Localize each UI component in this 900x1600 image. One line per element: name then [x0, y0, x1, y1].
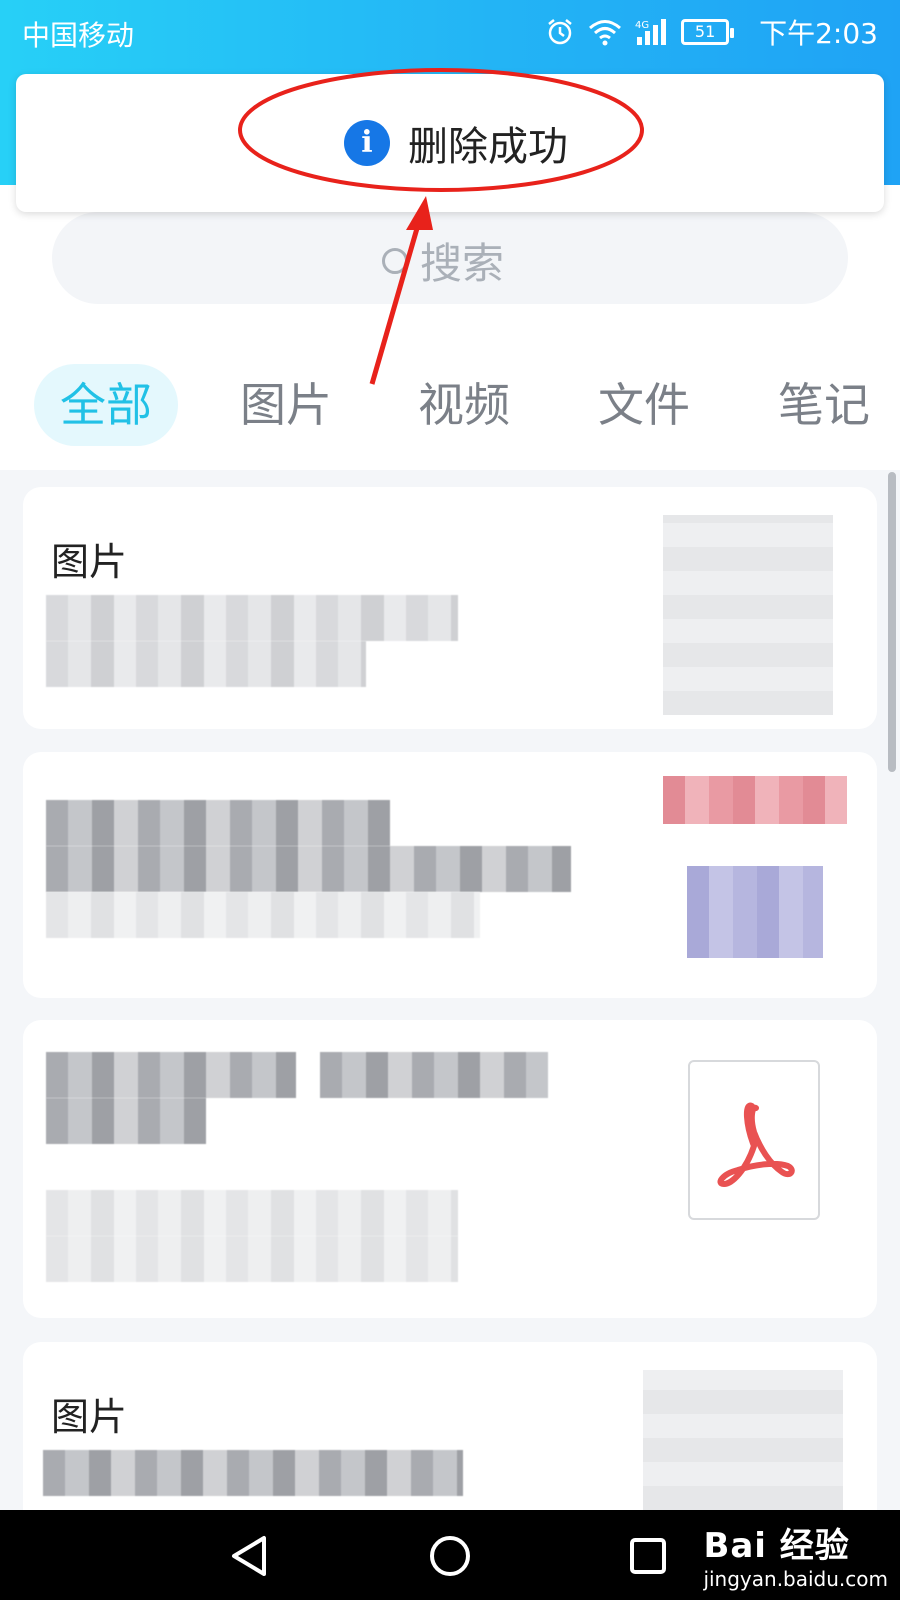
blurred-text: [46, 641, 366, 687]
tab-videos[interactable]: 视频: [418, 364, 510, 446]
system-nav-bar: Bai 经验 jingyan.baidu.com: [0, 1510, 900, 1600]
back-icon[interactable]: [224, 1530, 276, 1582]
blurred-text: [46, 846, 571, 892]
scrollbar[interactable]: [888, 472, 896, 772]
home-icon[interactable]: [424, 1530, 476, 1582]
baidu-jingyan-watermark: Bai 经验 jingyan.baidu.com: [703, 1518, 888, 1591]
watermark-url: jingyan.baidu.com: [703, 1567, 888, 1591]
category-tabs: 全部 图片 视频 文件 笔记: [0, 364, 900, 450]
tab-files[interactable]: 文件: [598, 364, 690, 446]
alarm-icon: [548, 19, 572, 45]
blurred-text: [46, 1098, 206, 1144]
blurred-text: [46, 1236, 458, 1282]
content-list: 图片 图片: [0, 470, 900, 1510]
search-icon: [382, 247, 408, 274]
pdf-thumbnail: [688, 1060, 820, 1220]
tab-all[interactable]: 全部: [34, 364, 178, 446]
toast-message: 删除成功: [408, 124, 568, 170]
tab-images[interactable]: 图片: [240, 364, 332, 446]
info-icon: i: [344, 120, 390, 166]
search-bar[interactable]: 搜索: [52, 212, 848, 304]
signal-icon: 4G: [635, 19, 667, 45]
pdf-icon: [717, 1102, 795, 1187]
list-item[interactable]: [23, 752, 877, 998]
status-icons: 4G 51 下午2:03: [545, 12, 878, 52]
app-header-area: 中国移动 4G 51 下午2:03 搜索 全部 图片 视频 文件 笔记: [0, 0, 900, 470]
card-title: 图片: [51, 540, 128, 584]
toast-notification: i 删除成功: [16, 74, 884, 212]
recents-icon[interactable]: [622, 1530, 674, 1582]
blurred-text: [320, 1052, 548, 1098]
network-type: 4G: [635, 20, 649, 31]
tab-notes[interactable]: 笔记: [778, 364, 870, 446]
blurred-text: [46, 892, 480, 938]
battery-icon: 51: [681, 19, 735, 45]
search-placeholder: 搜索: [420, 239, 505, 288]
blurred-thumbnail: [663, 515, 833, 715]
clock: 下午2:03: [759, 17, 878, 50]
blurred-text: [46, 1190, 458, 1236]
blurred-thumbnail: [663, 776, 847, 824]
wifi-icon: [589, 20, 622, 46]
blurred-thumbnail: [687, 866, 823, 958]
watermark-logo: Bai 经验: [703, 1526, 850, 1566]
list-item[interactable]: 图片: [23, 487, 877, 729]
card-title: 图片: [51, 1395, 128, 1439]
status-bar: 中国移动 4G 51 下午2:03: [0, 0, 900, 62]
blurred-text: [43, 1450, 463, 1496]
blurred-text: [46, 1052, 296, 1098]
blurred-text: [46, 800, 390, 846]
list-item[interactable]: [23, 1020, 877, 1318]
blurred-thumbnail: [643, 1370, 843, 1510]
list-item[interactable]: 图片: [23, 1342, 877, 1510]
blurred-text: [46, 595, 458, 641]
carrier-label: 中国移动: [22, 19, 135, 52]
